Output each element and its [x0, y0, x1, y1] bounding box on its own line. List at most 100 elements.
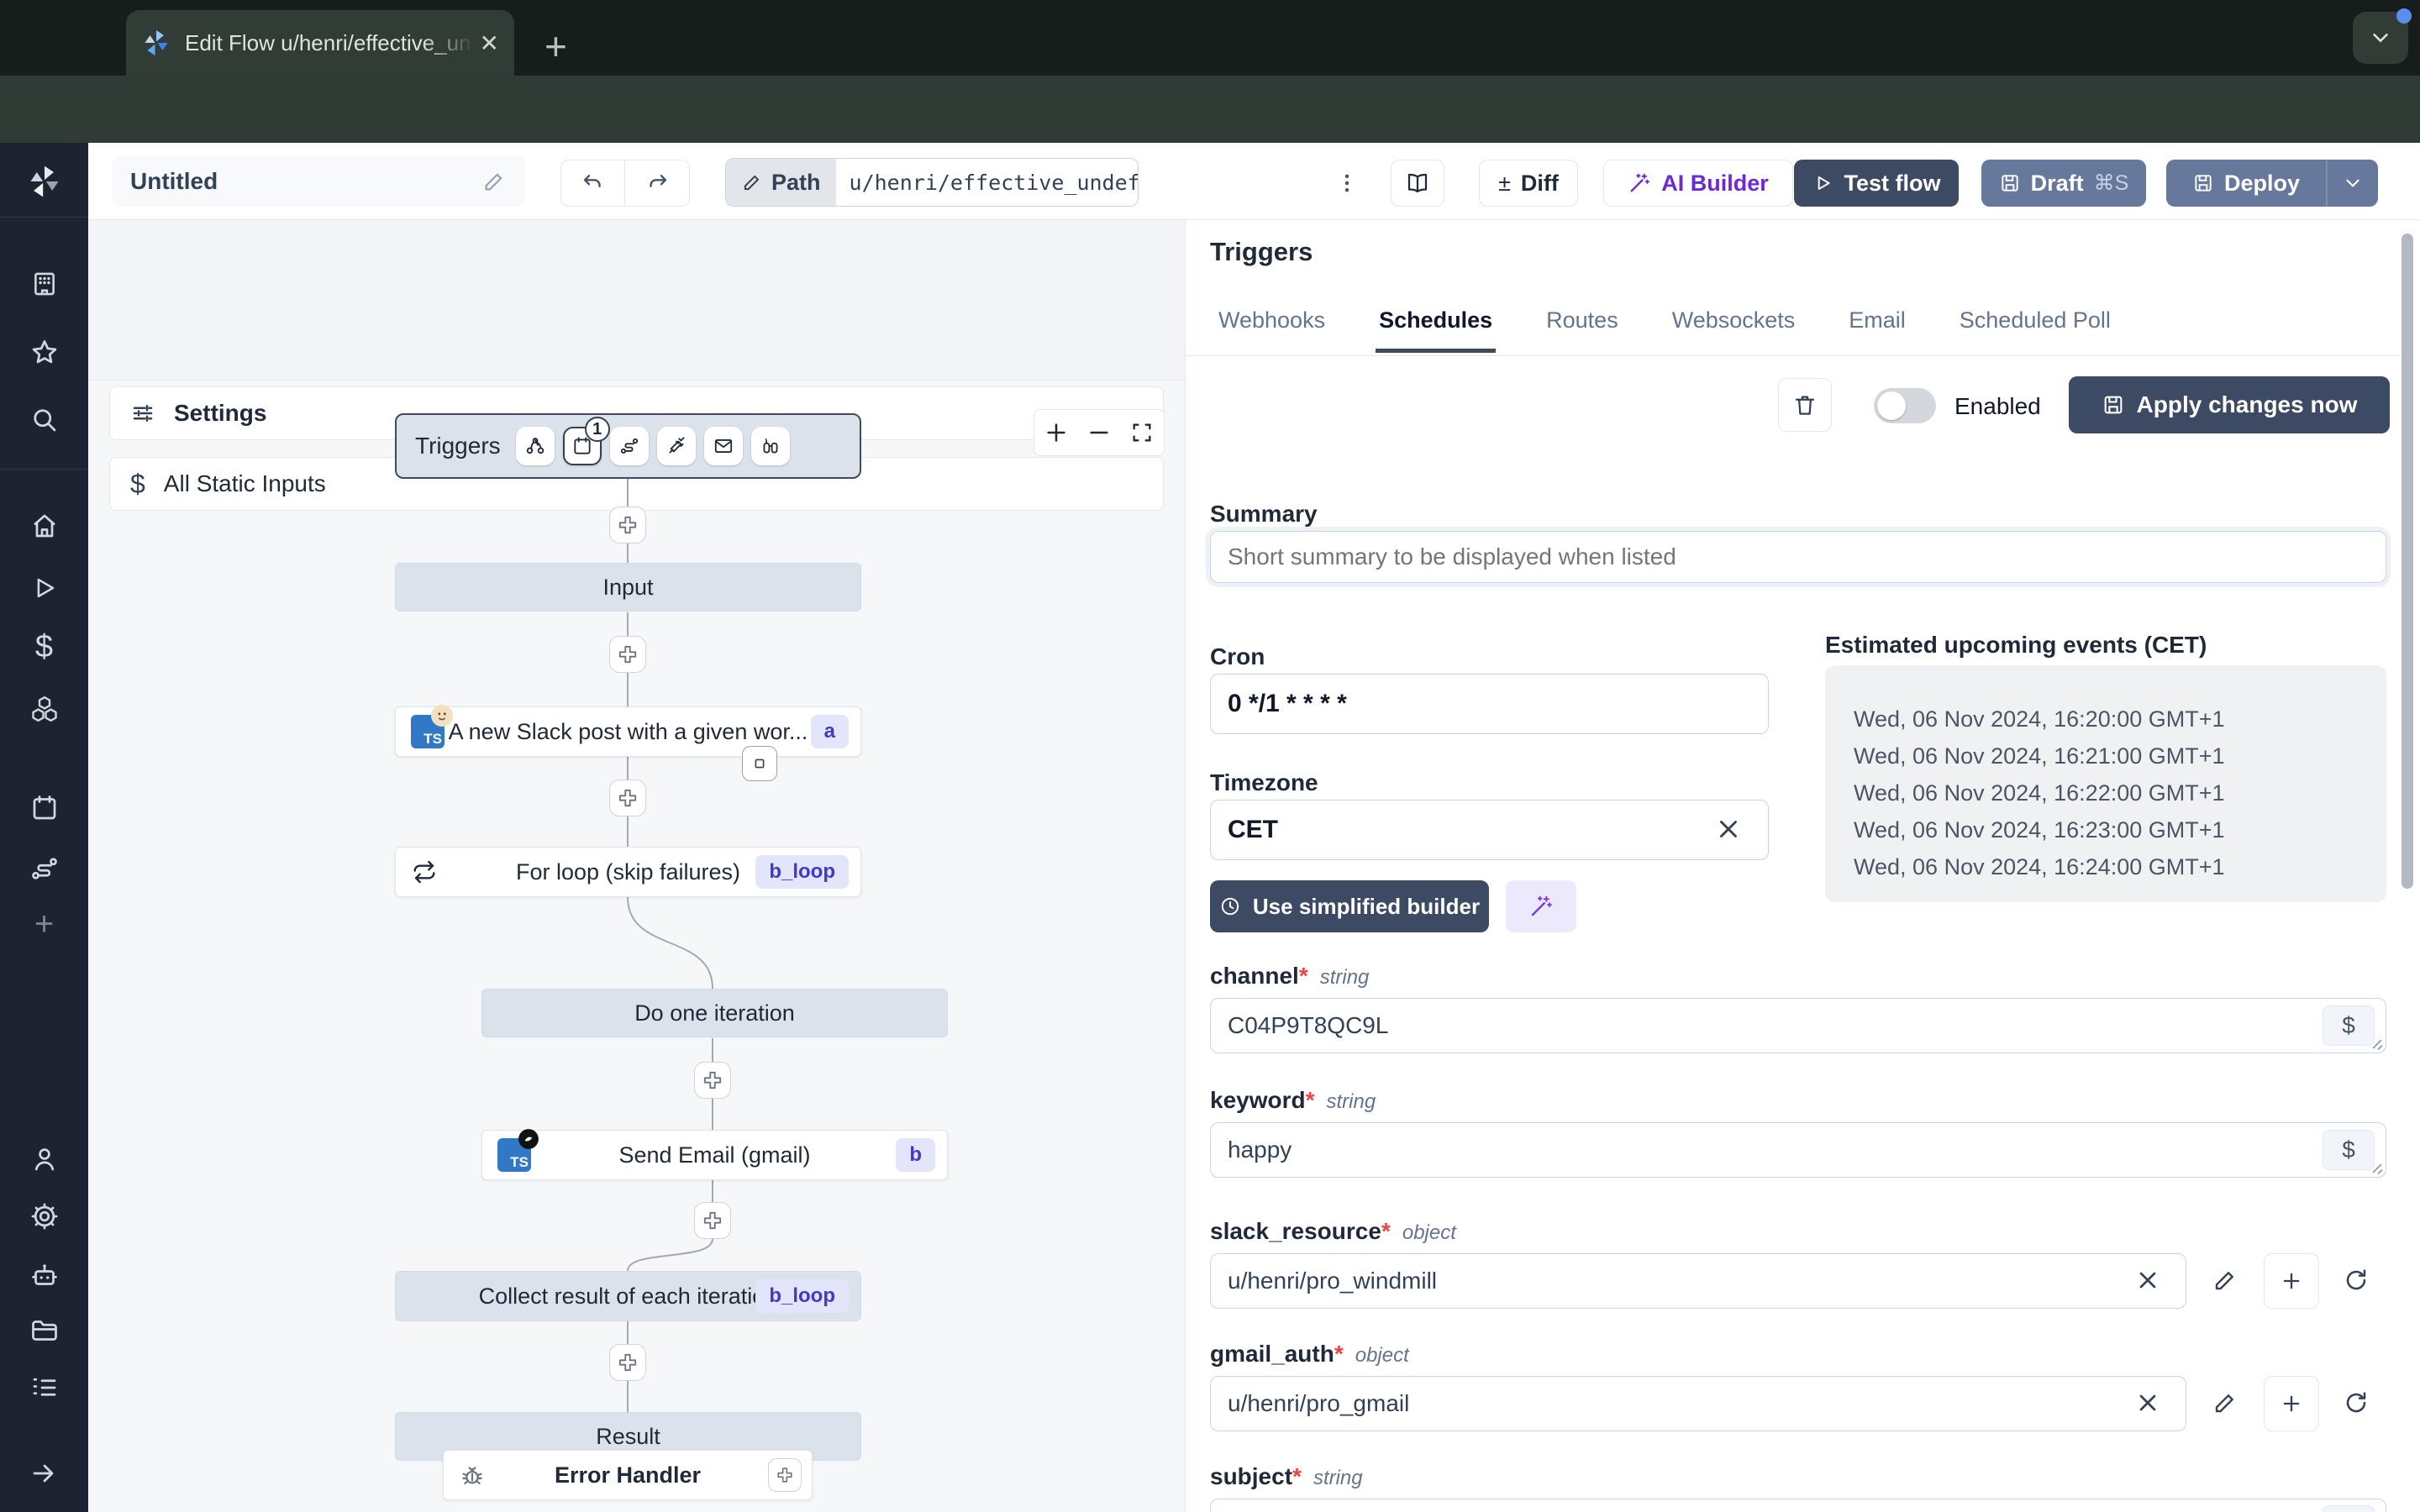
- resize-handle-icon[interactable]: [2370, 1159, 2385, 1175]
- tab-schedules[interactable]: Schedules: [1376, 307, 1497, 353]
- edit-resource-pencil-icon[interactable]: [2212, 1389, 2238, 1416]
- fit-view-button[interactable]: [1121, 410, 1164, 455]
- timezone-input[interactable]: [1210, 800, 1769, 860]
- graph-error-handler-node[interactable]: Error Handler: [443, 1450, 813, 1500]
- sidebar-item-settings-gear-icon[interactable]: [0, 1193, 88, 1240]
- sidebar-item-workspace[interactable]: [0, 260, 88, 307]
- apply-changes-button[interactable]: Apply changes now: [2069, 376, 2390, 433]
- insert-variable-dollar-button[interactable]: $: [2323, 1130, 2375, 1170]
- sidebar-item-resources-cubes-icon[interactable]: [0, 685, 88, 732]
- static-inputs-label: All Static Inputs: [163, 470, 326, 496]
- flow-name-box[interactable]: Untitled: [112, 156, 525, 207]
- docs-book-button[interactable]: [1391, 160, 1444, 207]
- add-resource-button[interactable]: [2264, 1253, 2319, 1309]
- resize-handle-icon[interactable]: [2370, 1035, 2385, 1051]
- gmail-auth-input[interactable]: [1210, 1376, 2186, 1431]
- ai-cron-wand-button[interactable]: [1506, 880, 1576, 932]
- refresh-resource-icon[interactable]: [2343, 1267, 2370, 1294]
- subject-input[interactable]: [1210, 1499, 2386, 1512]
- deploy-dropdown-chevron[interactable]: [2328, 172, 2378, 194]
- webhook-trigger-icon[interactable]: [515, 427, 555, 465]
- step-id-badge: b_loop: [755, 855, 849, 889]
- redo-button[interactable]: [625, 160, 690, 207]
- edit-name-pencil-icon[interactable]: [481, 169, 507, 194]
- sidebar-item-routes-icon[interactable]: [0, 845, 88, 892]
- websocket-trigger-icon[interactable]: [656, 427, 696, 465]
- tab-scheduled-poll[interactable]: Scheduled Poll: [1956, 307, 2114, 353]
- draft-button[interactable]: Draft ⌘S: [1981, 160, 2146, 207]
- graph-collect-result-node[interactable]: Collect result of each iteration b_loop: [395, 1271, 861, 1321]
- refresh-resource-icon[interactable]: [2343, 1389, 2370, 1416]
- path-value-input[interactable]: u/henri/effective_undef: [836, 159, 1138, 206]
- windmill-logo[interactable]: [0, 158, 88, 205]
- graph-forloop-node[interactable]: For loop (skip failures) b_loop: [395, 847, 861, 897]
- graph-input-node[interactable]: Input: [395, 563, 861, 612]
- graph-do-one-iteration-node[interactable]: Do one iteration: [481, 989, 948, 1037]
- insert-step-button[interactable]: [609, 780, 646, 816]
- sidebar-item-ai-robot-icon[interactable]: [0, 1252, 88, 1299]
- simplified-builder-button[interactable]: Use simplified builder: [1210, 880, 1489, 932]
- keyword-input[interactable]: [1210, 1122, 2386, 1178]
- enabled-toggle[interactable]: [1874, 388, 1936, 423]
- sidebar-item-home-icon[interactable]: [0, 502, 88, 549]
- tab-search-chevron-button[interactable]: [2353, 8, 2412, 64]
- ai-builder-button[interactable]: AI Builder: [1603, 160, 1793, 207]
- diff-button[interactable]: ± Diff: [1479, 160, 1578, 207]
- sidebar-item-add-plus-icon[interactable]: +: [0, 900, 88, 948]
- flow-path-group[interactable]: Path u/henri/effective_undef: [725, 158, 1139, 207]
- route-trigger-icon[interactable]: [609, 427, 649, 465]
- sidebar-item-user-icon[interactable]: [0, 1136, 88, 1183]
- sidebar-item-favorites-star-icon[interactable]: [0, 329, 88, 376]
- new-tab-button[interactable]: +: [544, 24, 567, 69]
- sidebar-item-folders-icon[interactable]: [0, 1307, 88, 1354]
- sidebar-item-workers-list-icon[interactable]: [0, 1364, 88, 1411]
- insert-step-button[interactable]: [694, 1202, 731, 1239]
- graph-triggers-node[interactable]: Triggers 1: [395, 413, 861, 479]
- sidebar-expand-arrow-icon[interactable]: [0, 1450, 88, 1497]
- zoom-in-button[interactable]: [1034, 410, 1077, 455]
- insert-variable-dollar-button[interactable]: $: [2323, 1005, 2375, 1046]
- tab-webhooks[interactable]: Webhooks: [1215, 307, 1328, 353]
- clear-resource-icon[interactable]: [2134, 1389, 2161, 1416]
- test-flow-button[interactable]: Test flow: [1794, 160, 1959, 207]
- browser-tab[interactable]: Edit Flow u/henri/effective_un ✕: [126, 10, 514, 76]
- sidebar-item-variables-dollar-icon[interactable]: $: [0, 623, 88, 670]
- tab-close-icon[interactable]: ✕: [480, 29, 499, 57]
- undo-button[interactable]: [560, 160, 625, 207]
- clear-timezone-icon[interactable]: [1714, 815, 1743, 843]
- clear-resource-icon[interactable]: [2134, 1267, 2161, 1294]
- insert-step-button[interactable]: [609, 636, 646, 673]
- edge: [712, 1038, 713, 1062]
- tab-routes[interactable]: Routes: [1543, 307, 1622, 353]
- slack-resource-input[interactable]: [1210, 1253, 2186, 1309]
- tab-websockets[interactable]: Websockets: [1669, 307, 1799, 353]
- sidebar-item-runs-play-icon[interactable]: [0, 564, 88, 612]
- add-error-handler-button[interactable]: [768, 1458, 802, 1492]
- graph-slack-step-node[interactable]: TS A new Slack post with a given wor... …: [395, 705, 861, 757]
- deploy-button[interactable]: Deploy: [2166, 160, 2378, 207]
- schedule-trigger-icon[interactable]: 1: [562, 417, 610, 465]
- cron-input[interactable]: [1210, 674, 1769, 734]
- edge: [627, 673, 629, 706]
- graph-send-email-node[interactable]: TS Send Email (gmail) b: [481, 1129, 948, 1180]
- channel-input[interactable]: [1210, 998, 2386, 1053]
- flow-graph-canvas[interactable]: [88, 380, 1185, 1512]
- edit-resource-pencil-icon[interactable]: [2212, 1267, 2238, 1294]
- email-trigger-icon[interactable]: [703, 427, 743, 465]
- settings-label: Settings: [174, 400, 267, 426]
- more-options-kebab-icon[interactable]: [1330, 166, 1364, 200]
- sidebar-item-search-icon[interactable]: [0, 396, 88, 444]
- zoom-out-button[interactable]: [1077, 410, 1120, 455]
- scheduled-poll-trigger-icon[interactable]: [750, 427, 790, 465]
- sidebar-item-schedules-calendar-icon[interactable]: [0, 785, 88, 832]
- insert-step-button[interactable]: [609, 507, 646, 543]
- insert-variable-dollar-button[interactable]: $: [2323, 1505, 2375, 1512]
- summary-input[interactable]: [1210, 531, 2386, 583]
- add-resource-button[interactable]: [2264, 1376, 2319, 1431]
- panel-scrollbar-thumb[interactable]: [2402, 234, 2413, 889]
- insert-step-button[interactable]: [609, 1344, 646, 1381]
- early-stop-button[interactable]: [742, 746, 777, 781]
- tab-email[interactable]: Email: [1845, 307, 1909, 353]
- delete-schedule-button[interactable]: [1778, 378, 1832, 432]
- insert-step-button[interactable]: [694, 1062, 731, 1099]
